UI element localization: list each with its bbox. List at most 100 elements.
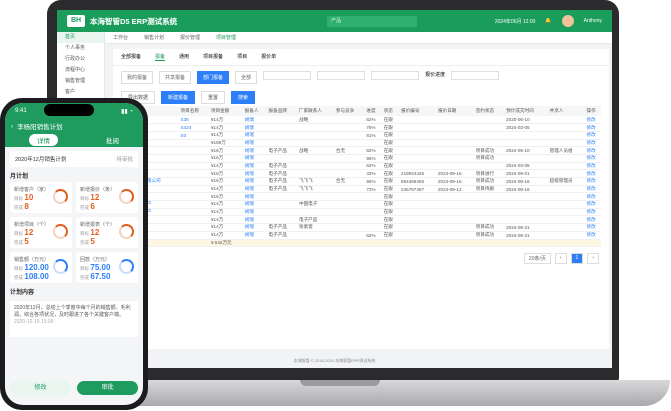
sidebar-item[interactable]: 销售管理 bbox=[57, 76, 104, 87]
filter-chip[interactable]: 部门报备 bbox=[197, 71, 230, 84]
bell-icon[interactable]: 🔔 bbox=[545, 18, 551, 24]
tab-project[interactable]: 项目管理 bbox=[208, 34, 244, 41]
table-cell[interactable] bbox=[177, 215, 208, 225]
table-cell[interactable]: 胡瑞 bbox=[241, 169, 266, 178]
subtab-item[interactable]: 报价单 bbox=[261, 53, 276, 61]
sidebar-item[interactable]: 流程中心 bbox=[57, 65, 104, 76]
table-row[interactable]: 通讯文化¥16万胡瑞电子产品战略合无82%在跟项目成功2024-05-10管理人… bbox=[121, 146, 601, 155]
page-size-select[interactable]: 20条/页 bbox=[523, 253, 551, 265]
subtab-item[interactable]: 通用 bbox=[179, 53, 189, 61]
table-cell[interactable]: 胡瑞 bbox=[241, 185, 266, 194]
avatar[interactable] bbox=[561, 15, 574, 27]
filter-chip[interactable]: 全部 bbox=[235, 71, 258, 84]
table-cell[interactable]: 胡瑞 bbox=[241, 131, 266, 140]
table-cell[interactable] bbox=[177, 154, 208, 163]
table-cell[interactable] bbox=[177, 177, 208, 186]
table-cell[interactable]: 修改 bbox=[583, 208, 601, 217]
table-cell[interactable]: 修改 bbox=[583, 139, 601, 148]
table-cell[interactable]: 胡瑞 bbox=[241, 177, 266, 186]
progress-slider[interactable] bbox=[451, 71, 500, 80]
table-cell[interactable]: 修改 bbox=[583, 185, 601, 194]
table-row[interactable]: 知能生活有限公司¥16万胡瑞电子产品飞飞飞合无95%在跟894468455202… bbox=[121, 177, 601, 186]
table-row[interactable]: 在跟宣传客户¥14万胡瑞在跟修改 bbox=[121, 208, 601, 217]
global-search-input[interactable]: 产品 bbox=[327, 15, 418, 27]
table-cell[interactable]: 胡瑞 bbox=[241, 192, 266, 202]
table-cell[interactable]: 修改 bbox=[583, 215, 601, 225]
table-row[interactable]: 通讯文化¥188万胡瑞在跟修改 bbox=[121, 139, 601, 148]
table-cell[interactable]: S38 bbox=[177, 116, 208, 125]
subtab-item[interactable]: 报备 bbox=[155, 53, 166, 61]
table-cell[interactable]: 胡瑞 bbox=[241, 116, 266, 125]
table-row[interactable]: 茶来生活¥14万胡瑞电子产品在跟修改 bbox=[121, 215, 601, 225]
table-cell[interactable]: 胡瑞 bbox=[241, 139, 266, 148]
tab-detail[interactable]: 详情 bbox=[29, 134, 58, 146]
table-row[interactable]: 通讯文化¥14万胡瑞电子产品飞飞飞72%在跟2457874572024-09-1… bbox=[121, 185, 601, 194]
tab-review[interactable]: 批阅 bbox=[106, 135, 119, 145]
sidebar-item[interactable]: 个人事务 bbox=[57, 43, 104, 54]
table-cell[interactable]: 胡瑞 bbox=[241, 162, 266, 171]
filter-input[interactable] bbox=[317, 71, 366, 80]
current-page[interactable]: 1 bbox=[570, 253, 584, 265]
table-cell[interactable] bbox=[177, 139, 208, 148]
table-row[interactable]: 通讯文化¥18万胡瑞电子产品33%在跟2199244262024-09-16项目… bbox=[121, 169, 601, 178]
table-cell[interactable]: 胡瑞 bbox=[241, 154, 266, 163]
edit-button[interactable]: 修改 bbox=[10, 381, 71, 395]
table-cell[interactable]: S0 bbox=[177, 131, 208, 140]
table-cell[interactable] bbox=[177, 231, 208, 240]
table-cell[interactable] bbox=[177, 208, 208, 217]
add-button[interactable]: 新建报备 bbox=[161, 91, 196, 104]
table-cell[interactable] bbox=[177, 146, 208, 155]
sidebar-item[interactable]: 客户 bbox=[57, 87, 104, 98]
table-cell[interactable]: 修改 bbox=[583, 162, 601, 171]
table-cell[interactable] bbox=[177, 169, 208, 178]
table-cell[interactable]: 胡瑞 bbox=[241, 223, 266, 232]
sidebar-item[interactable]: 行政办公 bbox=[57, 54, 104, 65]
filter-chip[interactable]: 我的报备 bbox=[121, 71, 154, 84]
table-cell[interactable] bbox=[177, 162, 208, 171]
table-row[interactable]: 通讯文化S38¥14万胡瑞战略62%在跟2020-05-10修改 bbox=[121, 116, 601, 125]
user-name[interactable]: Anthony bbox=[584, 18, 602, 24]
table-cell[interactable]: 修改 bbox=[583, 200, 601, 209]
table-cell[interactable]: 胡瑞 bbox=[241, 208, 266, 217]
table-cell[interactable]: 胡瑞 bbox=[241, 200, 266, 209]
table-cell[interactable]: 胡瑞 bbox=[241, 215, 266, 225]
table-cell[interactable] bbox=[177, 223, 208, 232]
approve-button[interactable]: 审批 bbox=[77, 381, 138, 395]
table-cell[interactable]: 修改 bbox=[583, 223, 601, 232]
table-row[interactable]: 通讯文化S0¥14万胡瑞81%在跟修改 bbox=[121, 131, 601, 140]
subtab-item[interactable]: 项目报备 bbox=[203, 53, 223, 61]
table-cell[interactable]: 修改 bbox=[583, 123, 601, 132]
table-row[interactable]: 通讯文化¥14万胡瑞电子产品62%在跟项目成功2024-08-21修改 bbox=[121, 231, 601, 240]
table-cell[interactable] bbox=[177, 185, 208, 194]
back-icon[interactable]: ‹ bbox=[11, 123, 13, 130]
table-row[interactable]: 通讯文化¥16万胡瑞95%在跟项目成功修改 bbox=[121, 154, 601, 163]
tab-workbench[interactable]: 工作台 bbox=[105, 34, 136, 41]
tab-sales-plan[interactable]: 销售计划 bbox=[136, 34, 172, 41]
table-cell[interactable]: 修改 bbox=[583, 146, 601, 155]
table-row[interactable]: 通讯文化¥14万胡瑞电子产品张紫萱在跟项目成功2024-08-21修改 bbox=[121, 223, 601, 232]
table-cell[interactable]: 胡瑞 bbox=[241, 231, 266, 240]
filter-input[interactable] bbox=[263, 71, 312, 80]
table-cell[interactable]: 修改 bbox=[583, 231, 601, 240]
prev-page-button[interactable]: ‹ bbox=[554, 253, 567, 265]
table-cell[interactable]: 胡瑞 bbox=[241, 123, 266, 132]
subtab-item[interactable]: 项目 bbox=[237, 53, 247, 61]
table-cell[interactable] bbox=[177, 192, 208, 202]
tab-quote[interactable]: 报价管理 bbox=[172, 34, 208, 41]
table-cell[interactable]: 修改 bbox=[583, 116, 601, 125]
sidebar-item[interactable]: 首页 bbox=[57, 32, 104, 43]
table-row[interactable]: 通讯文化¥14万胡瑞电子产品62%在跟2024-03-05修改 bbox=[121, 162, 601, 171]
table-cell[interactable]: 胡瑞 bbox=[241, 146, 266, 155]
table-cell[interactable]: S424 bbox=[177, 123, 208, 132]
filter-chip[interactable]: 共享报备 bbox=[159, 71, 192, 84]
reset-button[interactable]: 重置 bbox=[201, 91, 226, 104]
next-page-button[interactable]: › bbox=[587, 253, 599, 265]
search-button[interactable]: 搜索 bbox=[231, 91, 256, 104]
table-cell[interactable]: 修改 bbox=[583, 169, 601, 178]
table-row[interactable]: 通讯文化S424¥14万胡瑞76%在跟2024-03-05修改 bbox=[121, 123, 601, 132]
table-cell[interactable]: 修改 bbox=[583, 177, 601, 186]
filter-input[interactable] bbox=[371, 71, 420, 80]
subtab-item[interactable]: 全部报备 bbox=[121, 53, 141, 61]
table-cell[interactable]: 修改 bbox=[583, 131, 601, 140]
table-cell[interactable] bbox=[177, 200, 208, 209]
